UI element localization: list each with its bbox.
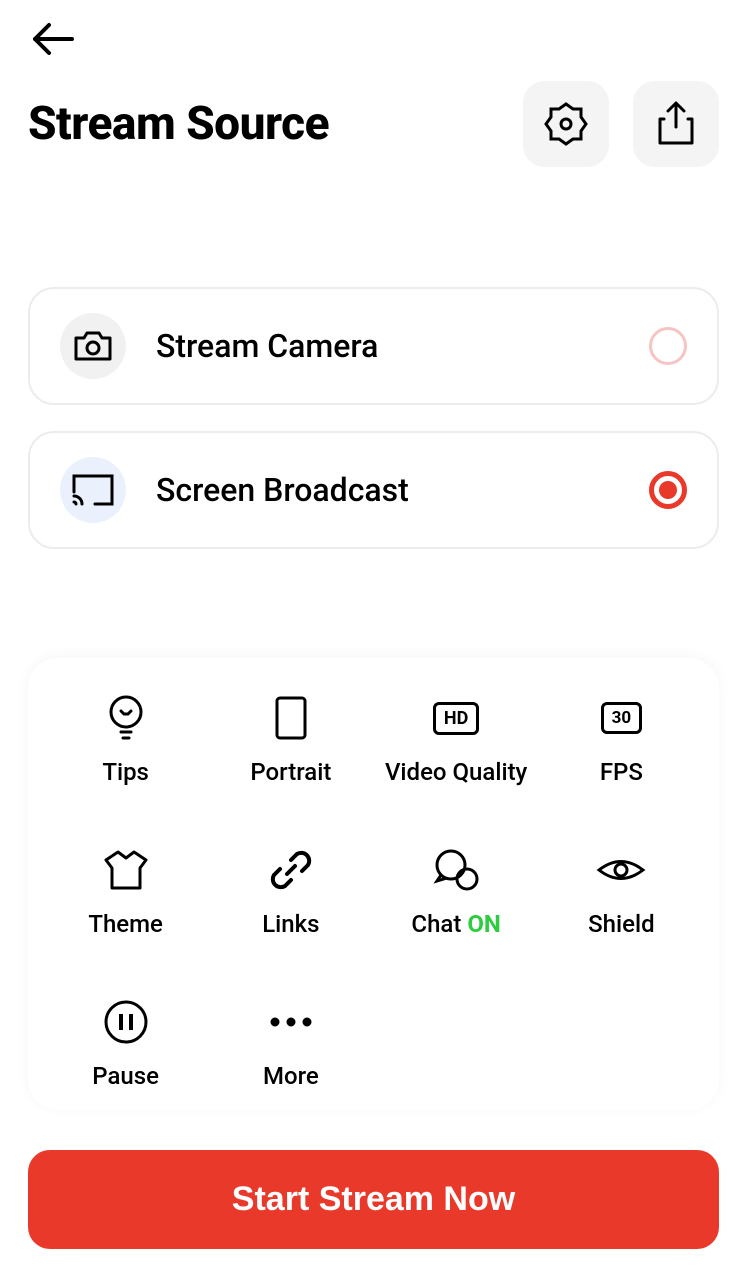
fps-badge: 30 — [601, 702, 643, 734]
option-portrait[interactable]: Portrait — [213, 694, 368, 786]
option-pause[interactable]: Pause — [48, 998, 203, 1090]
radio-unselected[interactable] — [649, 327, 687, 365]
option-label: Tips — [102, 758, 149, 786]
option-label: Shield — [588, 910, 654, 938]
option-label: More — [263, 1062, 319, 1090]
settings-button[interactable] — [523, 81, 609, 167]
lightbulb-icon — [107, 694, 145, 742]
option-label: Theme — [88, 910, 163, 938]
option-label: FPS — [600, 758, 643, 786]
source-screen-broadcast[interactable]: Screen Broadcast — [28, 431, 719, 549]
start-stream-button[interactable]: Start Stream Now — [28, 1150, 719, 1249]
back-button[interactable] — [28, 18, 78, 63]
share-icon — [656, 101, 696, 147]
option-shield[interactable]: Shield — [544, 846, 699, 938]
shirt-icon — [102, 848, 150, 892]
option-links[interactable]: Links — [213, 846, 368, 938]
option-theme[interactable]: Theme — [48, 846, 203, 938]
cast-icon — [71, 472, 115, 508]
portrait-icon — [274, 695, 308, 741]
more-icon — [269, 1017, 313, 1027]
chat-status: ON — [467, 910, 500, 938]
option-label: Video Quality — [385, 758, 527, 786]
option-label: Pause — [92, 1062, 159, 1090]
option-tips[interactable]: Tips — [48, 694, 203, 786]
options-panel: Tips Portrait HD Video Quality 30 — [28, 658, 719, 1110]
pause-icon — [103, 999, 149, 1045]
source-label: Stream Camera — [156, 327, 649, 365]
option-chat[interactable]: Chat ON — [379, 846, 534, 938]
chat-icon — [431, 847, 481, 893]
page-title: Stream Source — [28, 97, 329, 151]
arrow-left-icon — [32, 22, 74, 56]
link-icon — [267, 846, 315, 894]
source-label: Screen Broadcast — [156, 471, 649, 509]
hd-badge: HD — [433, 702, 479, 735]
option-more[interactable]: More — [213, 998, 368, 1090]
option-label: Chat ON — [411, 910, 500, 938]
camera-icon — [73, 329, 113, 363]
option-fps[interactable]: 30 FPS — [544, 694, 699, 786]
share-button[interactable] — [633, 81, 719, 167]
option-video-quality[interactable]: HD Video Quality — [379, 694, 534, 786]
option-label: Portrait — [250, 758, 331, 786]
gear-icon — [543, 101, 589, 147]
option-label: Links — [262, 910, 319, 938]
radio-selected[interactable] — [649, 471, 687, 509]
source-stream-camera[interactable]: Stream Camera — [28, 287, 719, 405]
eye-icon — [596, 853, 646, 887]
